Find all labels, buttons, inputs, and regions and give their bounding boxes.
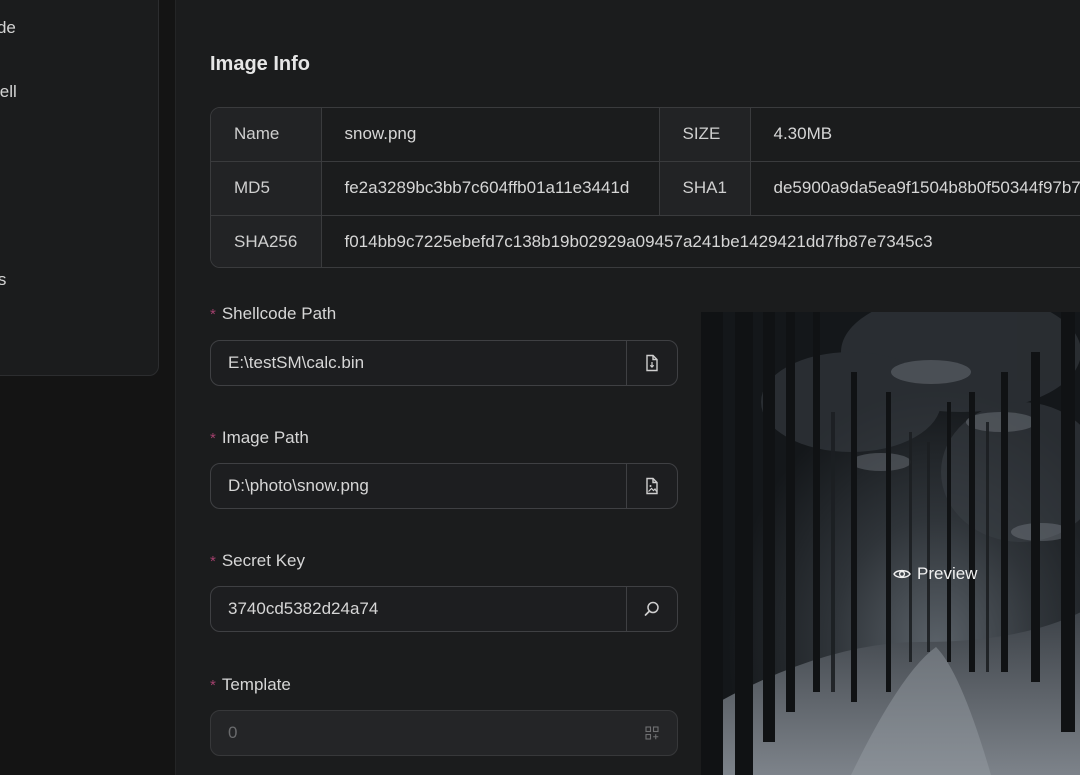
- table-row: SHA256 f014bb9c7225ebefd7c138b19b02929a0…: [211, 214, 1080, 267]
- info-value-md5: fe2a3289bc3bb7c604ffb01a11e3441d: [320, 160, 660, 216]
- file-icon: [646, 354, 658, 372]
- info-key-md5: MD5: [211, 160, 322, 216]
- shellcode-path-label: * Shellcode Path: [210, 304, 336, 324]
- label-text: Shellcode Path: [221, 304, 337, 323]
- image-browse-button[interactable]: [626, 464, 677, 508]
- shellcode-path-field: E:\testSM\calc.bin: [210, 340, 678, 386]
- info-value-sha256: f014bb9c7225ebefd7c138b19b02929a09457a24…: [320, 214, 1080, 267]
- secret-key-label: * Secret Key: [210, 551, 305, 571]
- image-preview[interactable]: Preview: [701, 312, 1080, 775]
- search-icon: [644, 601, 659, 616]
- template-select-button[interactable]: [626, 711, 677, 755]
- sidebar-item-shell[interactable]: Shell: [0, 82, 17, 102]
- gutter: [159, 0, 175, 775]
- info-key-sha256: SHA256: [211, 214, 322, 267]
- sidebar-item-label: Shell: [0, 82, 17, 101]
- template-field: 0: [210, 710, 678, 756]
- app-window: code Shell ngs t Image Info Name snow.pn…: [0, 0, 1080, 775]
- label-text: Image Path: [221, 428, 309, 447]
- preview-overlay[interactable]: Preview: [893, 564, 977, 584]
- sidebar-item-label: ngs: [0, 270, 6, 289]
- sidebar-item-settings[interactable]: ngs: [0, 270, 6, 290]
- shellcode-browse-button[interactable]: [626, 341, 677, 385]
- sidebar-item-label: code: [0, 18, 16, 37]
- image-info-table: Name snow.png SIZE 4.30MB MD5 fe2a3289bc…: [210, 107, 1080, 268]
- info-key-sha1: SHA1: [658, 160, 751, 216]
- table-row: Name snow.png SIZE 4.30MB: [211, 108, 1080, 162]
- label-text: Secret Key: [221, 551, 305, 570]
- secret-key-input[interactable]: 3740cd5382d24a74: [211, 599, 626, 619]
- shellcode-path-input[interactable]: E:\testSM\calc.bin: [211, 353, 626, 373]
- secret-key-search-button[interactable]: [626, 587, 677, 631]
- preview-label: Preview: [917, 564, 978, 583]
- template-label: * Template: [210, 675, 291, 695]
- required-mark: *: [210, 677, 216, 694]
- info-value-sha1: de5900a9da5ea9f1504b8b0f50344f97b7: [749, 160, 1080, 216]
- image-path-field: D:\photo\snow.png: [210, 463, 678, 509]
- sidebar-item-shellcode[interactable]: code: [0, 18, 16, 38]
- grid-icon: [644, 726, 659, 740]
- info-key-size: SIZE: [658, 108, 751, 162]
- image-path-label: * Image Path: [210, 428, 309, 448]
- file-image-icon: [646, 477, 658, 495]
- snow-forest-image: [701, 312, 1080, 775]
- main-panel: Image Info Name snow.png SIZE 4.30MB MD5: [175, 0, 1080, 775]
- required-mark: *: [210, 553, 216, 570]
- required-mark: *: [210, 306, 216, 323]
- image-path-input[interactable]: D:\photo\snow.png: [211, 476, 626, 496]
- eye-icon: [893, 569, 911, 579]
- secret-key-field: 3740cd5382d24a74: [210, 586, 678, 632]
- required-mark: *: [210, 430, 216, 447]
- template-input[interactable]: 0: [211, 723, 626, 743]
- info-key-name: Name: [211, 108, 322, 162]
- info-value-name: snow.png: [320, 108, 660, 162]
- sidebar: code Shell ngs t: [0, 0, 159, 376]
- label-text: Template: [221, 675, 291, 694]
- info-value-size: 4.30MB: [749, 108, 1080, 162]
- section-title: Image Info: [210, 53, 311, 75]
- table-row: MD5 fe2a3289bc3bb7c604ffb01a11e3441d SHA…: [211, 160, 1080, 216]
